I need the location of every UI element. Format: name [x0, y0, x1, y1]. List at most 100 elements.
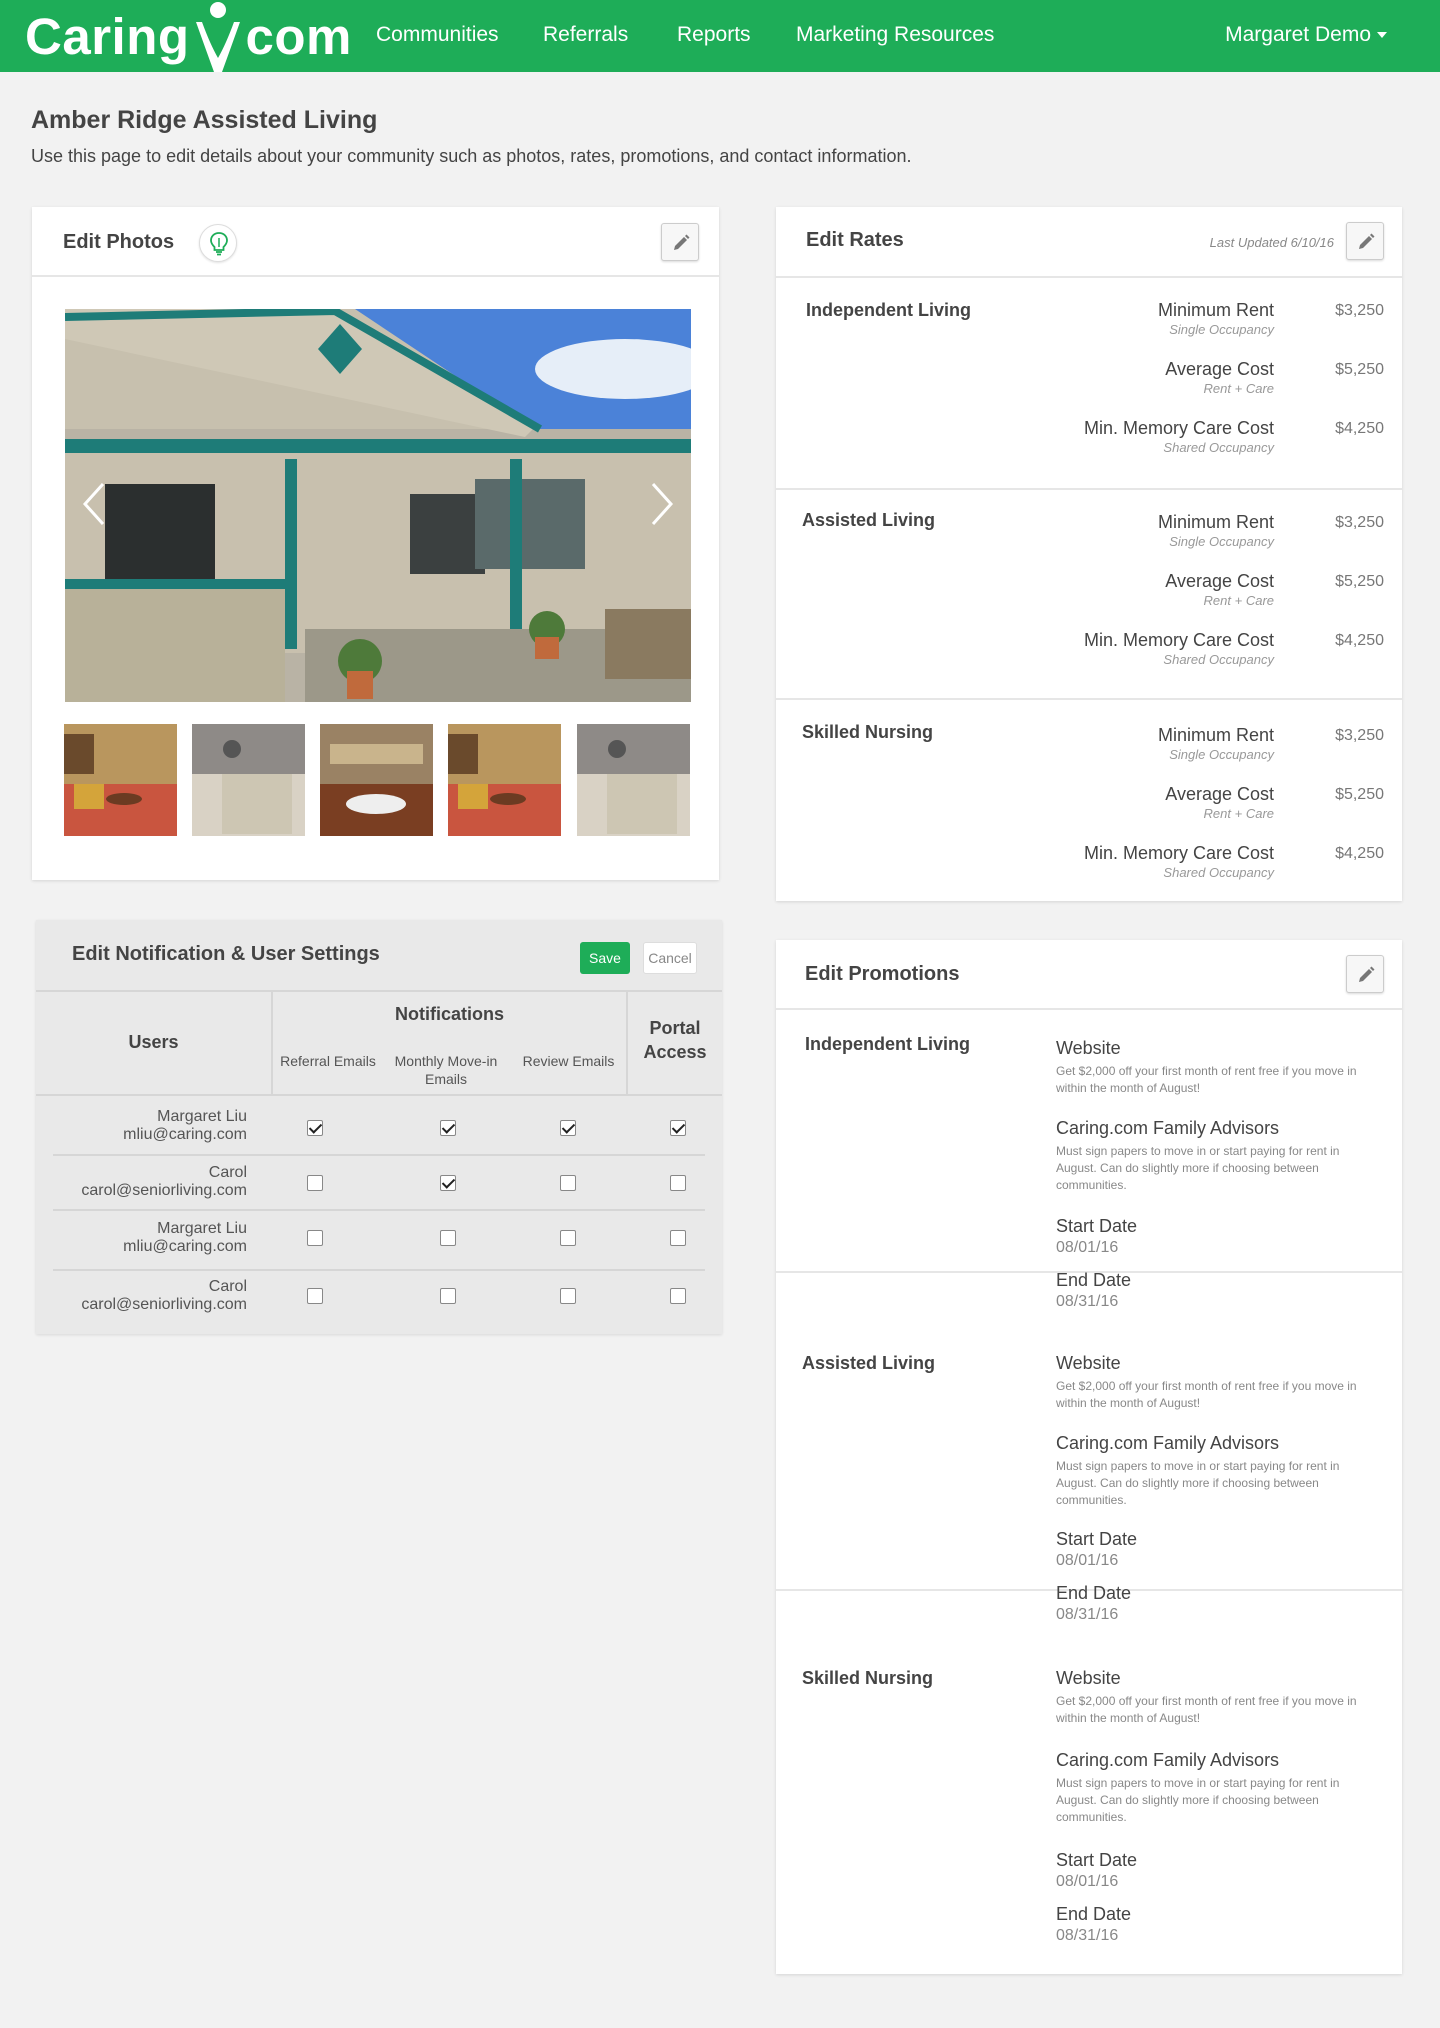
end-date-value: 08/31/16 — [1056, 1293, 1119, 1310]
rate-label: Minimum Rent — [1157, 725, 1274, 745]
monthly-move-in-emails-checkbox[interactable] — [440, 1120, 456, 1136]
portal-access-checkbox[interactable] — [670, 1230, 686, 1246]
rates-category: Assisted Living — [802, 510, 936, 530]
start-date-label: Start Date — [1056, 1529, 1138, 1549]
rate-label: Minimum Rent — [1157, 300, 1274, 320]
photo-thumbnail[interactable] — [64, 724, 177, 836]
edit-promotions-card: Edit Promotions Independent Living Websi… — [776, 940, 1402, 1974]
photo-thumbnail[interactable] — [320, 724, 433, 836]
user-menu-dropdown[interactable]: Margaret Demo — [1225, 23, 1387, 47]
chevron-down-icon — [1377, 32, 1387, 39]
photo-next-arrow[interactable] — [639, 474, 679, 534]
referral-emails-checkbox[interactable] — [307, 1120, 323, 1136]
nav-link-communities[interactable]: Communities — [376, 23, 499, 47]
promotions-section-assisted-living: Assisted Living Website Get $2,000 off y… — [776, 1333, 1402, 1623]
end-date-value: 08/31/16 — [1056, 1606, 1119, 1623]
rates-last-updated: Last Updated 6/10/16 — [1209, 235, 1334, 250]
edit-photos-header: Edit Photos — [32, 207, 719, 277]
column-header-portal-line-2: Access — [643, 1042, 707, 1062]
promotion-website-text: Get $2,000 off your first month of rent … — [1056, 1379, 1357, 1410]
rate-row: Minimum Rent Single Occupancy $3,250 — [1004, 512, 1384, 554]
user-name: Margaret Liu — [157, 1108, 247, 1125]
rate-label: Average Cost — [1165, 571, 1274, 591]
column-header-portal-line-1: Portal — [649, 1018, 701, 1038]
rate-sublabel: Shared Occupancy — [1163, 865, 1274, 880]
edit-promotions-button[interactable] — [1346, 955, 1384, 993]
rate-row: Average Cost Rent + Care $5,250 — [1004, 359, 1384, 401]
caring-logo[interactable]: Caring com — [25, 0, 352, 72]
promotions-section-independent-living: Independent Living Website Get $2,000 of… — [776, 1010, 1402, 1310]
table-divider — [36, 990, 722, 992]
edit-photos-title: Edit Photos — [63, 231, 175, 253]
column-header-users: Users — [128, 1032, 179, 1052]
photo-thumbnail[interactable] — [192, 724, 305, 836]
end-date-label: End Date — [1056, 1270, 1132, 1290]
user-email: carol@seniorliving.com — [81, 1182, 247, 1199]
table-divider — [53, 1269, 705, 1271]
edit-rates-button[interactable] — [1346, 222, 1384, 260]
review-emails-checkbox[interactable] — [560, 1230, 576, 1246]
portal-access-checkbox[interactable] — [670, 1120, 686, 1136]
lightbulb-tip-icon[interactable] — [199, 224, 237, 262]
referral-emails-checkbox[interactable] — [307, 1230, 323, 1246]
promotion-start-date: Start Date 08/01/16 — [1056, 1529, 1376, 1570]
referral-emails-checkbox[interactable] — [307, 1175, 323, 1191]
rate-value: $3,250 — [1335, 302, 1384, 319]
column-header-review-emails: Review Emails — [522, 1053, 615, 1069]
photo-thumbnail[interactable] — [577, 724, 690, 836]
pencil-icon — [1359, 233, 1375, 249]
portal-access-checkbox[interactable] — [670, 1175, 686, 1191]
review-emails-checkbox[interactable] — [560, 1120, 576, 1136]
rate-row: Average Cost Rent + Care $5,250 — [1004, 571, 1384, 613]
rates-section-independent-living: Independent Living Minimum Rent Single O… — [776, 278, 1402, 490]
rates-category: Skilled Nursing — [802, 722, 934, 742]
promotion-advisors-text: Must sign papers to move in or start pay… — [1056, 1144, 1340, 1192]
nav-link-marketing-resources[interactable]: Marketing Resources — [796, 23, 994, 47]
end-date-label: End Date — [1056, 1904, 1132, 1924]
monthly-move-in-emails-checkbox[interactable] — [440, 1230, 456, 1246]
photo-thumbnail[interactable] — [448, 724, 561, 836]
review-emails-checkbox[interactable] — [560, 1288, 576, 1304]
promotion-end-date: End Date 08/31/16 — [1056, 1583, 1376, 1624]
promotion-advisors-label: Caring.com Family Advisors — [1056, 1433, 1280, 1453]
user-email: mliu@caring.com — [123, 1126, 247, 1143]
monthly-move-in-emails-checkbox[interactable] — [440, 1175, 456, 1191]
column-header-monthly-line-2: Emails — [424, 1071, 467, 1087]
table-divider — [36, 1094, 722, 1096]
edit-rates-card: Edit Rates Last Updated 6/10/16 Independ… — [776, 207, 1402, 901]
logo-text-left: Caring — [25, 7, 190, 65]
rate-value: $5,250 — [1335, 573, 1384, 590]
logo-figure-icon — [190, 0, 246, 72]
photo-prev-arrow[interactable] — [77, 474, 117, 534]
review-emails-checkbox[interactable] — [560, 1175, 576, 1191]
rate-value: $5,250 — [1335, 786, 1384, 803]
edit-photos-button[interactable] — [661, 223, 699, 261]
table-row-user: Carol carol@seniorliving.com — [81, 1164, 247, 1200]
nav-link-reports[interactable]: Reports — [677, 23, 751, 47]
edit-rates-header: Edit Rates Last Updated 6/10/16 — [776, 207, 1402, 278]
table-row-user: Margaret Liu mliu@caring.com — [123, 1108, 247, 1144]
main-photo[interactable] — [65, 309, 691, 702]
user-email: carol@seniorliving.com — [81, 1296, 247, 1313]
rate-row: Average Cost Rent + Care $5,250 — [1004, 784, 1384, 826]
promotion-advisors-label: Caring.com Family Advisors — [1056, 1750, 1280, 1770]
monthly-move-in-emails-checkbox[interactable] — [440, 1288, 456, 1304]
end-date-value: 08/31/16 — [1056, 1927, 1119, 1944]
rate-sublabel: Rent + Care — [1203, 381, 1274, 396]
referral-emails-checkbox[interactable] — [307, 1288, 323, 1304]
promotions-category: Assisted Living — [802, 1353, 936, 1373]
user-name: Margaret Liu — [157, 1220, 247, 1237]
promotion-website-label: Website — [1056, 1353, 1121, 1373]
rates-section-assisted-living: Assisted Living Minimum Rent Single Occu… — [776, 490, 1402, 700]
cancel-button[interactable]: Cancel — [643, 942, 697, 974]
rate-value: $3,250 — [1335, 727, 1384, 744]
rate-label: Min. Memory Care Cost — [1083, 418, 1274, 438]
save-button[interactable]: Save — [580, 942, 630, 974]
portal-access-checkbox[interactable] — [670, 1288, 686, 1304]
nav-link-referrals[interactable]: Referrals — [543, 23, 628, 47]
promotions-section-skilled-nursing: Skilled Nursing Website Get $2,000 off y… — [776, 1648, 1402, 1974]
rate-row: Min. Memory Care Cost Shared Occupancy $… — [1004, 630, 1384, 672]
rate-row: Min. Memory Care Cost Shared Occupancy $… — [1004, 418, 1384, 460]
edit-promotions-header: Edit Promotions — [776, 940, 1402, 1010]
start-date-value: 08/01/16 — [1056, 1873, 1119, 1890]
